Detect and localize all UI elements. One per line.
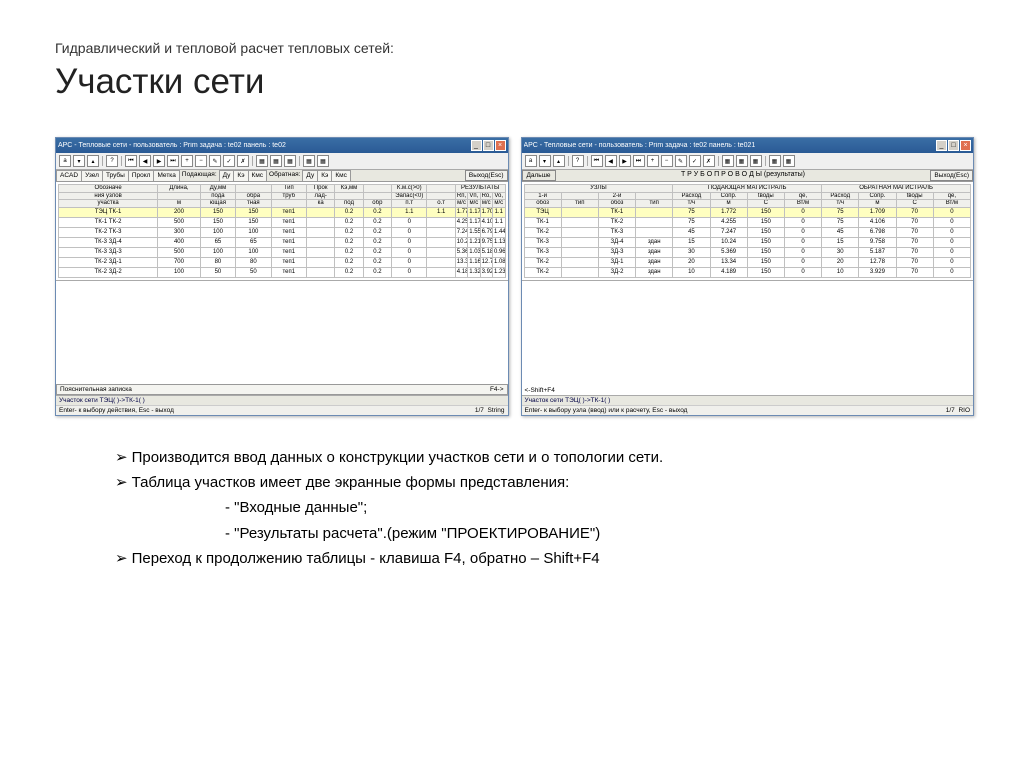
tool-g2[interactable]: ▦ xyxy=(270,155,282,167)
table-row[interactable]: ТК-1 ТК-2500150150теп10.20.204.2551.174.… xyxy=(59,217,506,227)
data-grid[interactable]: ОбозначеДлина,Ду,ммТипПрокКэ,ммК.м.с(>0)… xyxy=(58,184,506,278)
table-row[interactable]: ТК-2ЗД-1здан2013.3415002012.78700 xyxy=(524,257,971,267)
tool-g1[interactable]: ▦ xyxy=(722,155,734,167)
first-icon[interactable]: ⏮ xyxy=(591,155,603,167)
tab-pipes[interactable]: Трубы xyxy=(102,170,129,181)
table-row[interactable]: ТЭЦ ТК-1200150150теп10.20.21.11.11.7721.… xyxy=(59,207,506,217)
edit-icon[interactable]: ✎ xyxy=(209,155,221,167)
tab-p-du[interactable]: Ду xyxy=(219,170,235,181)
group-return: Обратная: xyxy=(266,170,303,181)
first-icon[interactable]: ⏮ xyxy=(125,155,137,167)
confirm-icon[interactable]: ✓ xyxy=(689,155,701,167)
confirm-icon[interactable]: ✓ xyxy=(223,155,235,167)
window-title: АРС - Тепловые сети - пользователь : Pri… xyxy=(524,142,756,149)
notes-label[interactable]: Пояснительная записка xyxy=(60,386,132,393)
panel-title: Т Р У Б О П Р О В О Д Ы (результаты) xyxy=(556,170,931,181)
results-grid[interactable]: УЗЛЫПОДАЮЩАЯ МАГИСТРАЛЬОБРАТНАЯ МАГИСТРА… xyxy=(524,184,972,278)
table-row[interactable]: ТК-2 ЗД-21005050теп10.20.204.1891.323.92… xyxy=(59,267,506,277)
cancel-icon[interactable]: ✗ xyxy=(703,155,715,167)
page-title: Участки сети xyxy=(55,62,974,102)
tab-o-ke[interactable]: Кэ xyxy=(317,170,332,181)
table-row[interactable]: ТК-2 ЗД-17008080теп10.20.2013.341.1612.7… xyxy=(59,257,506,267)
tool-r2[interactable]: ▦ xyxy=(317,155,329,167)
add-icon[interactable]: + xyxy=(647,155,659,167)
tool-r1[interactable]: ▦ xyxy=(769,155,781,167)
table-row[interactable]: ТК-3ЗД-3здан305.3691500305.187700 xyxy=(524,247,971,257)
add-icon[interactable]: + xyxy=(181,155,193,167)
tab-label[interactable]: Метка xyxy=(153,170,179,181)
next-icon[interactable]: ▶ xyxy=(619,155,631,167)
font-dec-icon[interactable]: ▾ xyxy=(73,155,85,167)
status-bar: Enter- к выбору действия, Esc - выход 1/… xyxy=(56,406,508,415)
tool-r2[interactable]: ▦ xyxy=(783,155,795,167)
minimize-icon[interactable]: _ xyxy=(936,140,947,151)
path-bar: Участок сети ТЭЦ( )->ТК-1( ) xyxy=(522,396,974,406)
font-dec-icon[interactable]: ▾ xyxy=(539,155,551,167)
tab-p-ke[interactable]: Кэ xyxy=(233,170,248,181)
cancel-icon[interactable]: ✗ xyxy=(237,155,249,167)
tab-bar: ACAD Узел Трубы Прокл Метка Подающая: Ду… xyxy=(56,170,508,182)
tool-g3[interactable]: ▦ xyxy=(284,155,296,167)
tool-g3[interactable]: ▦ xyxy=(750,155,762,167)
table-row[interactable]: ТК-2ТК-3457.2471500456.798700 xyxy=(524,227,971,237)
screenshot-window-right: АРС - Тепловые сети - пользователь : Pri… xyxy=(521,137,975,416)
tool-g2[interactable]: ▦ xyxy=(736,155,748,167)
maximize-icon[interactable]: □ xyxy=(948,140,959,151)
font-inc-icon[interactable]: ▴ xyxy=(553,155,565,167)
tab-prokl[interactable]: Прокл xyxy=(128,170,155,181)
tool-a[interactable]: a xyxy=(525,155,537,167)
titlebar[interactable]: АРС - Тепловые сети - пользователь : Pri… xyxy=(56,138,508,153)
close-icon[interactable]: × xyxy=(495,140,506,151)
table-row[interactable]: ТЭЦТК-1751.7721500751.709700 xyxy=(524,207,971,217)
exit-button[interactable]: Выход(Esc) xyxy=(930,170,973,181)
group-supply: Подающая: xyxy=(179,170,220,181)
shift-f4-hint: <-Shift+F4 xyxy=(525,387,555,394)
edit-icon[interactable]: ✎ xyxy=(675,155,687,167)
last-icon[interactable]: ⏭ xyxy=(167,155,179,167)
del-icon[interactable]: − xyxy=(661,155,673,167)
tool-g1[interactable]: ▦ xyxy=(256,155,268,167)
maximize-icon[interactable]: □ xyxy=(483,140,494,151)
table-row[interactable]: ТК-2ЗД-2здан104.1891500103.929700 xyxy=(524,267,971,277)
table-row[interactable]: ТК-1ТК-2754.2551500754.106700 xyxy=(524,217,971,227)
f4-hint: F4-> xyxy=(490,386,504,393)
path-bar: Участок сети ТЭЦ( )->ТК-1( ) xyxy=(56,396,508,406)
tab-p-kms[interactable]: Кмс xyxy=(248,170,268,181)
description-text: ➢Производится ввод данных о конструкции … xyxy=(115,446,974,570)
tool-a[interactable]: a xyxy=(59,155,71,167)
next-icon[interactable]: ▶ xyxy=(153,155,165,167)
table-row[interactable]: ТК-3 ЗД-44006565теп10.20.2010.241.219.75… xyxy=(59,237,506,247)
tab-o-kms[interactable]: Кмс xyxy=(331,170,351,181)
tool-r1[interactable]: ▦ xyxy=(303,155,315,167)
exit-button[interactable]: Выход(Esc) xyxy=(465,170,508,181)
titlebar[interactable]: АРС - Тепловые сети - пользователь : Pri… xyxy=(522,138,974,153)
table-row[interactable]: ТК-3 ЗД-3500100100теп10.20.205.3691.035.… xyxy=(59,247,506,257)
prev-icon[interactable]: ◀ xyxy=(139,155,151,167)
empty-area: <-Shift+F4 xyxy=(522,281,974,396)
next-button[interactable]: Дальше xyxy=(522,170,556,181)
empty-area: Пояснительная записка F4-> xyxy=(56,281,508,396)
font-inc-icon[interactable]: ▴ xyxy=(87,155,99,167)
table-row[interactable]: ТК-3ЗД-4здан1510.241500159.758700 xyxy=(524,237,971,247)
prev-icon[interactable]: ◀ xyxy=(605,155,617,167)
help-icon[interactable]: ? xyxy=(106,155,118,167)
close-icon[interactable]: × xyxy=(960,140,971,151)
screenshot-window-left: АРС - Тепловые сети - пользователь : Pri… xyxy=(55,137,509,416)
minimize-icon[interactable]: _ xyxy=(471,140,482,151)
del-icon[interactable]: − xyxy=(195,155,207,167)
last-icon[interactable]: ⏭ xyxy=(633,155,645,167)
window-title: АРС - Тепловые сети - пользователь : Pri… xyxy=(58,142,286,149)
toolbar: a ▾ ▴ ? ⏮ ◀ ▶ ⏭ + − ✎ ✓ ✗ ▦ ▦ ▦ ▦ xyxy=(522,153,974,170)
tab-node[interactable]: Узел xyxy=(81,170,103,181)
pre-title: Гидравлический и тепловой расчет тепловы… xyxy=(55,40,974,56)
help-icon[interactable]: ? xyxy=(572,155,584,167)
toolbar: a ▾ ▴ ? ⏮ ◀ ▶ ⏭ + − ✎ ✓ ✗ ▦ ▦ ▦ ▦ xyxy=(56,153,508,170)
table-row[interactable]: ТК-2 ТК-3300100100теп10.20.207.2471.556.… xyxy=(59,227,506,237)
status-bar: Enter- к выбору узла (ввод) или к расчет… xyxy=(522,406,974,415)
tab-acad[interactable]: ACAD xyxy=(56,170,82,181)
tab-o-du[interactable]: Ду xyxy=(302,170,318,181)
